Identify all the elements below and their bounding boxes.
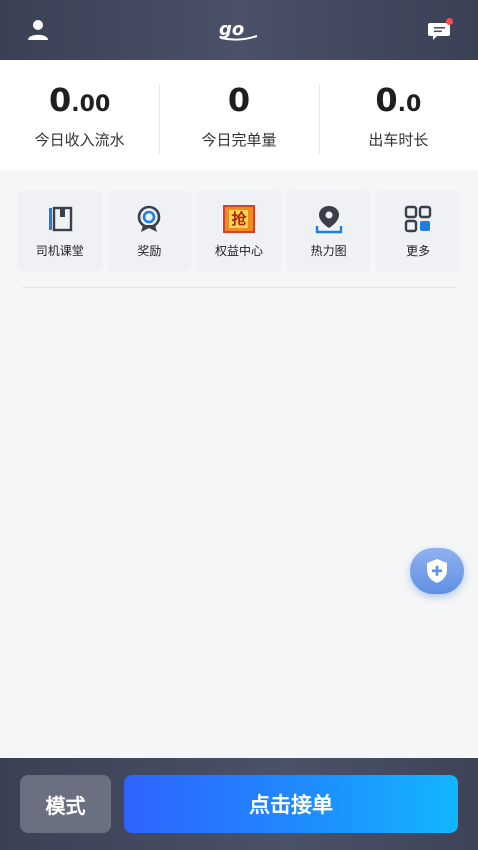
app-logo: go (217, 18, 261, 42)
shortcut-grid: 司机课堂 奖励 抢 权益中心 热力图 更多 (18, 190, 460, 270)
shortcut-driver-class[interactable]: 司机课堂 (18, 190, 102, 270)
shortcut-heatmap[interactable]: 热力图 (286, 190, 371, 270)
shortcut-label: 更多 (406, 243, 431, 258)
reward-icon (138, 205, 161, 232)
section-divider (22, 287, 456, 288)
mode-button[interactable]: 模式 (20, 775, 111, 833)
shortcut-label: 奖励 (137, 243, 162, 258)
benefit-icon-text: 抢 (229, 209, 249, 228)
benefit-icon: 抢 (222, 204, 255, 233)
stat-online-time-label: 出车时长 (368, 131, 429, 149)
shortcut-label: 权益中心 (214, 243, 263, 258)
stat-income[interactable]: 0.00 今日收入流水 (0, 60, 159, 170)
shortcut-reward[interactable]: 奖励 (107, 190, 192, 270)
stats-panel: 0.00 今日收入流水 0 今日完单量 0.0 出车时长 (0, 60, 478, 170)
take-order-button[interactable]: 点击接单 (124, 775, 458, 833)
location-pin-icon (315, 205, 342, 233)
stat-online-time[interactable]: 0.0 出车时长 (318, 60, 478, 170)
stat-income-value: 0.00 (49, 81, 111, 119)
user-button[interactable] (24, 16, 52, 44)
shortcut-label: 司机课堂 (35, 243, 84, 258)
user-icon (28, 20, 48, 40)
bottom-bar: 模式 点击接单 (0, 758, 478, 850)
stat-orders[interactable]: 0 今日完单量 (159, 60, 318, 170)
stat-income-label: 今日收入流水 (34, 131, 125, 149)
shortcut-label: 热力图 (310, 243, 347, 258)
stat-orders-value: 0 (227, 81, 251, 119)
top-bar: go (0, 0, 478, 60)
shortcut-benefit-center[interactable]: 抢 权益中心 (197, 190, 281, 270)
stat-orders-label: 今日完单量 (201, 131, 277, 149)
grid-icon (404, 205, 432, 232)
unread-badge (446, 18, 453, 25)
shortcut-more[interactable]: 更多 (376, 190, 460, 270)
logo-text: go (219, 19, 244, 40)
stat-online-time-value: 0.0 (375, 81, 422, 119)
shield-plus-icon (427, 559, 447, 583)
book-icon (48, 206, 72, 231)
safety-shield-button[interactable] (410, 548, 464, 594)
message-button[interactable] (426, 16, 454, 44)
